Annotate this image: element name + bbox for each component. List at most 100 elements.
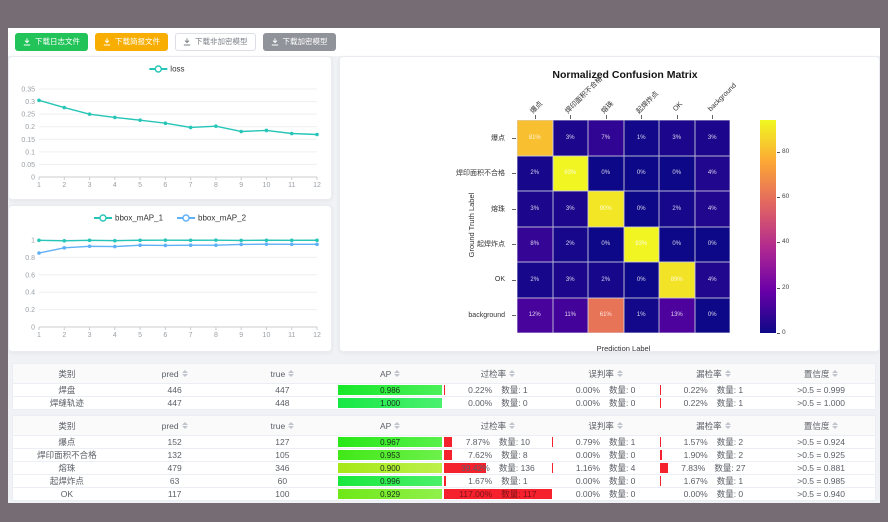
- cell-confidence: >0.5 = 0.925: [767, 449, 875, 461]
- sort-icon[interactable]: [394, 370, 400, 377]
- col-header-true[interactable]: true: [229, 364, 337, 383]
- miss-qty: 数量: 0: [717, 488, 743, 500]
- sort-icon[interactable]: [288, 370, 294, 377]
- button-label: 下载简报文件: [115, 38, 160, 46]
- cell-confidence: >0.5 = 1.000: [767, 397, 875, 409]
- download-log-button[interactable]: 下载日志文件: [15, 33, 88, 51]
- cell-true: 127: [229, 436, 337, 448]
- col-header-true[interactable]: true: [229, 416, 337, 435]
- cm-cell: 89%: [659, 262, 695, 298]
- cm-cell: 13%: [659, 298, 695, 334]
- ap-bar: 0.900: [338, 463, 441, 473]
- col-header-pred[interactable]: pred: [121, 364, 229, 383]
- col-header-misjudge-rate[interactable]: 误判率: [552, 364, 660, 383]
- sort-icon[interactable]: [617, 370, 623, 377]
- col-header-over-rate[interactable]: 过检率: [444, 416, 552, 435]
- dashboard: 下载日志文件下载简报文件下载非加密模型下载加密模型 00.050.10.150.…: [8, 28, 880, 503]
- y-axis-label: Ground Truth Label: [467, 165, 477, 285]
- mis-pct: 0.00%: [576, 476, 600, 486]
- cell-confidence: >0.5 = 0.881: [767, 462, 875, 474]
- legend-marker-icon: [100, 215, 106, 221]
- sort-icon[interactable]: [182, 422, 188, 429]
- sort-icon[interactable]: [288, 422, 294, 429]
- data-point: [88, 244, 92, 248]
- cell-true: 447: [229, 384, 337, 396]
- svg-text:5: 5: [138, 332, 142, 339]
- metrics-table: 类别predtrueAP过检率误判率漏检率置信度爆点1521270.9677.8…: [12, 415, 876, 501]
- col-header-label: 置信度: [804, 368, 830, 380]
- cm-cell: 3%: [517, 191, 553, 227]
- cm-row-label: 焊印面积不合格: [340, 156, 511, 192]
- cm-cell: 0%: [624, 191, 660, 227]
- data-point: [62, 239, 66, 243]
- sort-icon[interactable]: [509, 422, 515, 429]
- cm-row-label: 熔珠: [340, 191, 511, 227]
- cell-confidence: >0.5 = 0.999: [767, 384, 875, 396]
- col-header-label: 漏检率: [696, 368, 722, 380]
- svg-text:0: 0: [31, 325, 35, 332]
- download-icon: [183, 38, 191, 46]
- svg-text:11: 11: [288, 182, 295, 189]
- axis-tick: [512, 138, 516, 139]
- sort-icon[interactable]: [832, 370, 838, 377]
- sort-icon[interactable]: [725, 422, 731, 429]
- mis-qty: 数量: 0: [609, 384, 635, 396]
- button-label: 下载加密模型: [283, 38, 328, 46]
- colorbar: [760, 120, 776, 333]
- download-unencrypted-model-button[interactable]: 下载非加密模型: [175, 33, 256, 51]
- cm-cell: 81%: [517, 120, 553, 156]
- sort-icon[interactable]: [832, 422, 838, 429]
- sort-icon[interactable]: [509, 370, 515, 377]
- data-point: [189, 243, 193, 247]
- miss-qty: 数量: 27: [714, 462, 745, 474]
- sort-icon[interactable]: [182, 370, 188, 377]
- col-header-label: 过检率: [481, 368, 507, 380]
- cm-col-label: 起焊炸点: [634, 89, 661, 116]
- cm-row-label: OK: [340, 262, 511, 298]
- cm-cell: 0%: [624, 262, 660, 298]
- miss-pct: 0.22%: [684, 398, 708, 408]
- legend-item-loss[interactable]: loss: [149, 65, 184, 74]
- axis-tick: [512, 209, 516, 210]
- col-header-ap[interactable]: AP: [336, 416, 444, 435]
- sort-icon[interactable]: [617, 422, 623, 429]
- col-header-misjudge-rate[interactable]: 误判率: [552, 416, 660, 435]
- cm-cell: 4%: [695, 191, 731, 227]
- over-pct: 39.42%: [461, 463, 490, 473]
- cell-ap: 0.929: [336, 488, 444, 500]
- download-report-button[interactable]: 下载简报文件: [95, 33, 168, 51]
- col-header-over-rate[interactable]: 过检率: [444, 364, 552, 383]
- sort-icon[interactable]: [725, 370, 731, 377]
- svg-text:12: 12: [313, 332, 321, 339]
- loss-chart: 00.050.10.150.20.250.30.3512345678910111…: [9, 57, 331, 199]
- colorbar-tick: [777, 197, 780, 198]
- col-header-pred[interactable]: pred: [121, 416, 229, 435]
- cell-category: 熔珠: [13, 462, 121, 474]
- axis-tick: [712, 115, 713, 119]
- col-header-confidence[interactable]: 置信度: [767, 364, 875, 383]
- cell-mis: 0.79%数量: 1: [552, 436, 660, 448]
- col-header-miss-rate[interactable]: 漏检率: [660, 416, 768, 435]
- svg-text:5: 5: [138, 182, 142, 189]
- sort-icon[interactable]: [394, 422, 400, 429]
- data-point: [62, 246, 66, 250]
- col-header-ap[interactable]: AP: [336, 364, 444, 383]
- legend-item-bbox_mAP_1[interactable]: bbox_mAP_1: [94, 214, 164, 223]
- cell-pred: 63: [121, 475, 229, 487]
- colorbar-tick-label: 80: [782, 148, 789, 155]
- col-header-confidence[interactable]: 置信度: [767, 416, 875, 435]
- svg-text:3: 3: [88, 332, 92, 339]
- cm-cell: 2%: [517, 262, 553, 298]
- col-header-label: 过检率: [481, 420, 507, 432]
- legend-item-bbox_mAP_2[interactable]: bbox_mAP_2: [177, 214, 247, 223]
- toolbar: 下载日志文件 下载简报文件 下载非加密模型 下载加密模型: [8, 28, 880, 56]
- cm-cell: 93%: [553, 156, 589, 192]
- download-encrypted-model-button[interactable]: 下载加密模型: [263, 33, 336, 51]
- cell-category: 爆点: [13, 436, 121, 448]
- table-row: OK1171000.929117.00%数量: 1170.00%数量: 00.0…: [13, 487, 875, 500]
- axis-tick: [606, 115, 607, 119]
- col-header-label: AP: [380, 421, 391, 431]
- svg-text:12: 12: [313, 182, 321, 189]
- cell-miss: 1.67%数量: 1: [660, 475, 768, 487]
- col-header-miss-rate[interactable]: 漏检率: [660, 364, 768, 383]
